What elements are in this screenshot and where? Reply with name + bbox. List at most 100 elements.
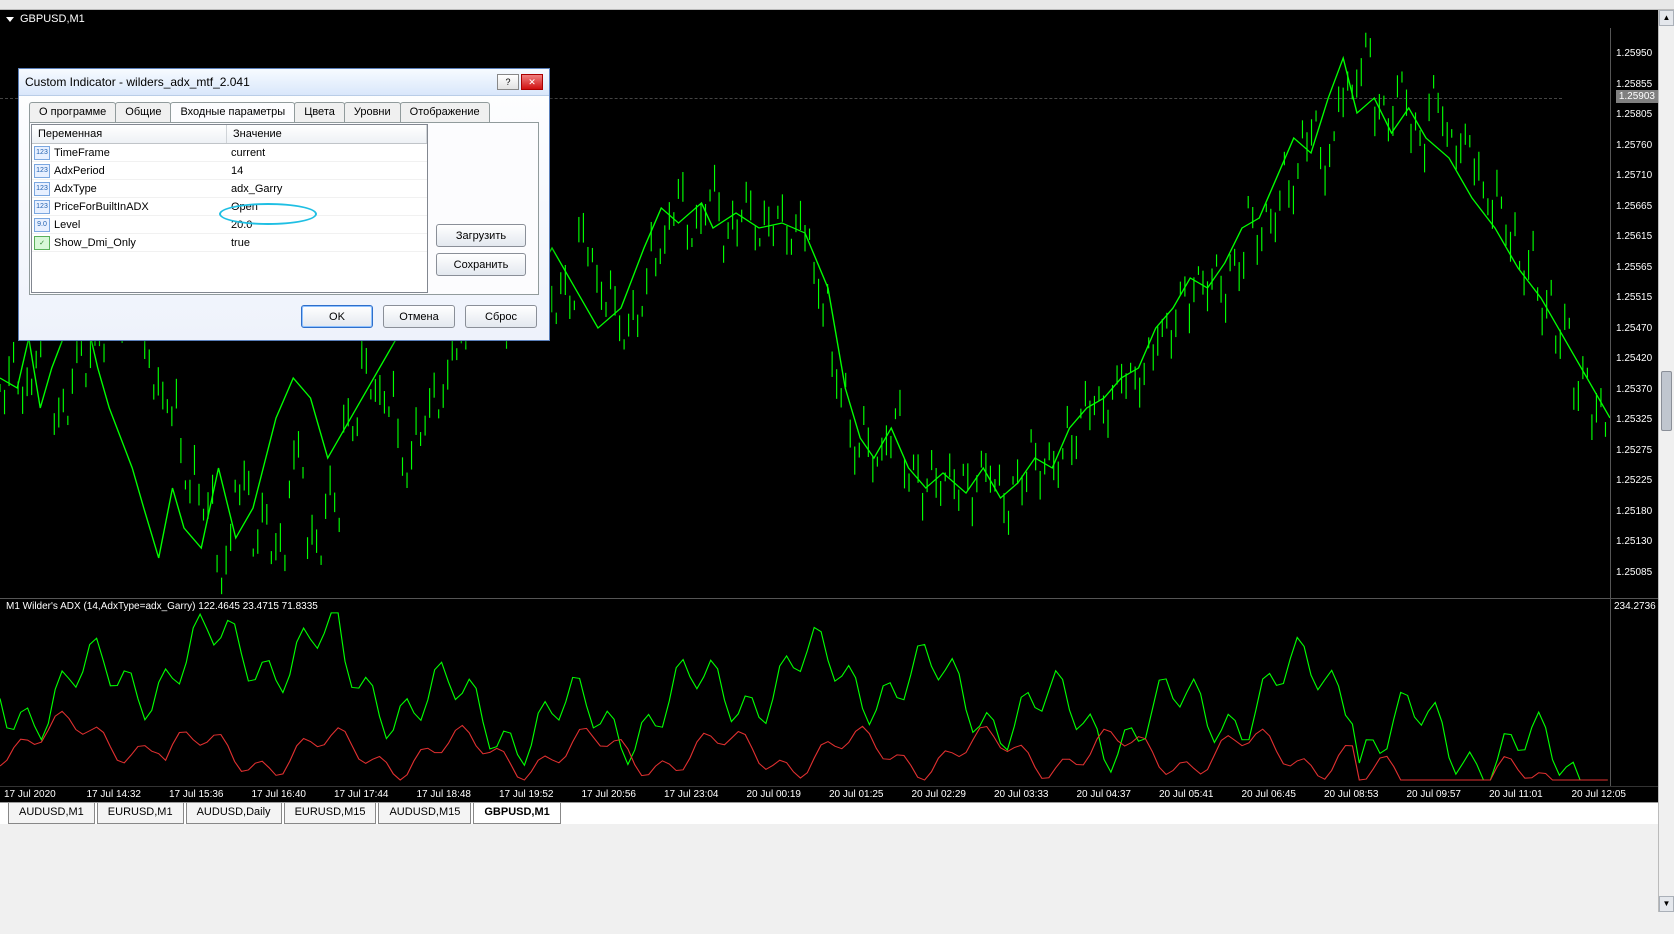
type-icon: 9.0 (34, 218, 50, 232)
dialog-tab[interactable]: Входные параметры (170, 102, 295, 122)
close-button[interactable]: ✕ (521, 74, 543, 90)
type-icon: 123 (34, 146, 50, 160)
type-icon: 123 (34, 182, 50, 196)
cancel-button[interactable]: Отмена (383, 305, 455, 328)
dialog-titlebar[interactable]: Custom Indicator - wilders_adx_mtf_2.041… (19, 69, 549, 96)
time-tick: 20 Jul 05:41 (1159, 789, 1242, 800)
time-tick: 20 Jul 08:53 (1324, 789, 1407, 800)
param-row[interactable]: ✓Show_Dmi_Onlytrue (32, 234, 427, 252)
dropdown-icon[interactable] (6, 17, 14, 22)
price-tick: 1.25180 (1613, 506, 1656, 517)
type-icon: 123 (34, 164, 50, 178)
param-value[interactable]: 14 (227, 165, 427, 177)
dialog-tab[interactable]: Общие (115, 102, 171, 122)
param-row[interactable]: 123AdxTypeadx_Garry (32, 180, 427, 198)
price-tick: 1.25225 (1613, 475, 1656, 486)
price-tick: 1.25325 (1613, 414, 1656, 425)
price-tick: 1.25665 (1613, 201, 1656, 212)
price-tick: 1.25275 (1613, 445, 1656, 456)
chart-tab[interactable]: AUDUSD,M1 (8, 803, 95, 824)
param-name: TimeFrame (52, 147, 227, 159)
param-row[interactable]: 123AdxPeriod14 (32, 162, 427, 180)
time-tick: 17 Jul 16:40 (252, 789, 335, 800)
ok-button[interactable]: OK (301, 305, 373, 328)
chart-tab[interactable]: EURUSD,M15 (284, 803, 377, 824)
price-tick: 1.25565 (1613, 262, 1656, 273)
time-tick: 20 Jul 06:45 (1242, 789, 1325, 800)
time-tick: 20 Jul 01:25 (829, 789, 912, 800)
param-row[interactable]: 123PriceForBuiltInADXOpen (32, 198, 427, 216)
time-tick: 20 Jul 09:57 (1407, 789, 1490, 800)
dialog-body: Переменная Значение 123TimeFramecurrent1… (29, 122, 539, 295)
chart-title-bar: GBPUSD,M1 (0, 10, 1658, 28)
chart-tab[interactable]: EURUSD,M1 (97, 803, 184, 824)
help-button[interactable]: ? (497, 74, 519, 90)
chart-tabs: AUDUSD,M1EURUSD,M1AUDUSD,DailyEURUSD,M15… (0, 802, 1658, 824)
price-tick: 1.25805 (1613, 109, 1656, 120)
parameters-table[interactable]: Переменная Значение 123TimeFramecurrent1… (31, 124, 428, 293)
param-name: PriceForBuiltInADX (52, 201, 227, 213)
param-name: AdxType (52, 183, 227, 195)
time-tick: 17 Jul 14:32 (87, 789, 170, 800)
price-tick: 1.25420 (1613, 353, 1656, 364)
type-icon: 123 (34, 200, 50, 214)
price-tick: 1.25085 (1613, 567, 1656, 578)
time-tick: 17 Jul 23:04 (664, 789, 747, 800)
dialog-tabs: О программеОбщиеВходные параметрыЦветаУр… (19, 96, 549, 122)
indicator-axis: 234.2736 (1610, 599, 1658, 786)
param-value[interactable]: true (227, 237, 427, 249)
dialog-tab[interactable]: Отображение (400, 102, 490, 122)
chart-tab[interactable]: GBPUSD,M1 (473, 803, 560, 824)
param-value[interactable]: current (227, 147, 427, 159)
time-tick: 20 Jul 11:01 (1489, 789, 1572, 800)
time-tick: 17 Jul 19:52 (499, 789, 582, 800)
chart-symbol-title: GBPUSD,M1 (20, 13, 85, 25)
vertical-scrollbar[interactable]: ▲ ▼ (1658, 10, 1674, 912)
table-header: Переменная Значение (32, 125, 427, 144)
save-button[interactable]: Сохранить (436, 253, 526, 276)
load-button[interactable]: Загрузить (436, 224, 526, 247)
price-tick: 1.25760 (1613, 140, 1656, 151)
dialog-tab[interactable]: О программе (29, 102, 116, 122)
app-toolbar (0, 0, 1674, 10)
price-tick: 1.25470 (1613, 323, 1656, 334)
scrollbar-thumb[interactable] (1661, 371, 1672, 431)
param-row[interactable]: 9.0Level20.0 (32, 216, 427, 234)
indicator-properties-dialog: Custom Indicator - wilders_adx_mtf_2.041… (18, 68, 550, 341)
reset-button[interactable]: Сброс (465, 305, 537, 328)
price-tick: 1.25130 (1613, 536, 1656, 547)
scroll-up-icon[interactable]: ▲ (1659, 10, 1674, 26)
param-value[interactable]: 20.0 (227, 219, 427, 231)
param-name: AdxPeriod (52, 165, 227, 177)
time-tick: 17 Jul 18:48 (417, 789, 500, 800)
time-tick: 20 Jul 00:19 (747, 789, 830, 800)
current-price-label: 1.25903 (1616, 90, 1658, 103)
time-tick: 20 Jul 03:33 (994, 789, 1077, 800)
chart-tab[interactable]: AUDUSD,M15 (378, 803, 471, 824)
dialog-tab[interactable]: Цвета (294, 102, 345, 122)
indicator-svg (0, 599, 1610, 786)
time-tick: 17 Jul 15:36 (169, 789, 252, 800)
param-row[interactable]: 123TimeFramecurrent (32, 144, 427, 162)
indicator-panel[interactable]: M1 Wilder's ADX (14,AdxType=adx_Garry) 1… (0, 598, 1658, 786)
time-axis: 17 Jul 202017 Jul 14:3217 Jul 15:3617 Ju… (0, 786, 1658, 802)
time-tick: 20 Jul 12:05 (1572, 789, 1655, 800)
param-value[interactable]: adx_Garry (227, 183, 427, 195)
scroll-down-icon[interactable]: ▼ (1659, 896, 1674, 912)
chart-tab[interactable]: AUDUSD,Daily (186, 803, 282, 824)
price-tick: 1.25370 (1613, 384, 1656, 395)
param-name: Show_Dmi_Only (52, 237, 227, 249)
param-value[interactable]: Open (227, 201, 427, 213)
price-tick: 1.25855 (1613, 79, 1656, 90)
dialog-title: Custom Indicator - wilders_adx_mtf_2.041 (25, 75, 495, 89)
price-tick: 1.25710 (1613, 170, 1656, 181)
time-tick: 20 Jul 04:37 (1077, 789, 1160, 800)
price-axis: 1.259501.258551.258051.257601.257101.256… (1610, 28, 1658, 598)
dialog-footer: OK Отмена Сброс (19, 305, 549, 340)
time-tick: 17 Jul 17:44 (334, 789, 417, 800)
time-tick: 17 Jul 2020 (4, 789, 87, 800)
price-tick: 1.25615 (1613, 231, 1656, 242)
type-icon: ✓ (34, 236, 50, 250)
dialog-tab[interactable]: Уровни (344, 102, 401, 122)
param-name: Level (52, 219, 227, 231)
